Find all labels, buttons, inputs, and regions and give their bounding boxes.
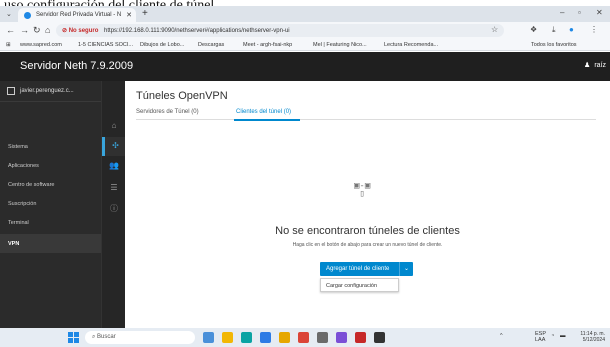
wifi-icon[interactable]: ◔ [551, 333, 554, 339]
dropdown-toggle-icon[interactable]: ⌄ [399, 262, 413, 276]
explorer-icon[interactable] [222, 332, 233, 343]
bookmark-6[interactable]: Lectura Recomenda... [384, 42, 438, 48]
bookmark-4[interactable]: Meet - argh-fsai-nkp [243, 42, 292, 48]
reload-icon[interactable]: ↻ [33, 25, 41, 36]
browser-tab-title: Servidor Red Privada Virtual - N [36, 12, 122, 18]
minimize-icon[interactable]: – [560, 8, 564, 17]
extensions-icon[interactable]: ❖ [530, 25, 537, 34]
empty-state-title: No se encontraron túneles de clientes [275, 225, 460, 237]
tab-search-icon[interactable]: ⌄ [6, 10, 12, 18]
sidebar-item-terminal[interactable]: Terminal [0, 213, 101, 232]
battery-icon[interactable]: ▬ [560, 333, 566, 339]
sidebar-item-suscripcion[interactable]: Suscripción [0, 194, 101, 213]
tab-favicon-icon [24, 12, 31, 19]
language-indicator[interactable]: ESP LAA [535, 331, 546, 343]
taskview-icon[interactable] [203, 332, 214, 343]
terminal-icon[interactable] [374, 332, 385, 343]
user-name: raíz [594, 62, 606, 69]
address-bar[interactable]: ⊘ No seguro https://192.168.0.111:9090/n… [56, 24, 504, 37]
taskbar-search-label: Buscar [97, 334, 116, 340]
bookmark-all[interactable]: Todos los favoritos [531, 42, 577, 48]
windows-start-icon[interactable] [68, 332, 79, 343]
bookmark-1[interactable]: 1-5 CIENCIAS SOCI... [78, 42, 133, 48]
tab-close-icon[interactable]: ✕ [126, 11, 132, 19]
menu-icon[interactable]: ⋮ [590, 25, 598, 34]
star-icon[interactable]: ☆ [491, 25, 498, 34]
browser-tabstrip: ⌄ Servidor Red Privada Virtual - N ✕ + –… [0, 6, 610, 22]
add-client-tunnel-label: Agregar túnel de cliente [326, 266, 390, 272]
chrome-icon[interactable] [298, 332, 309, 343]
users-app-icon[interactable]: 👥 [102, 157, 126, 176]
not-secure-badge[interactable]: ⊘ No seguro [62, 28, 98, 34]
tab-servidores-tunel[interactable]: Servidores de Túnel (0) [136, 109, 199, 115]
bookmark-5[interactable]: Mel | Featuring Nico... [313, 42, 367, 48]
content-tabs: Servidores de Túnel (0) Clientes del tún… [136, 107, 596, 121]
user-icon: ♟ [584, 62, 591, 69]
apps-icon[interactable]: ⊞ [6, 42, 11, 48]
app-title: Servidor Neth 7.9.2009 [20, 60, 134, 72]
home-icon[interactable]: ⌂ [45, 25, 50, 35]
language-layout: LAA [535, 337, 546, 343]
sidebar-item-sistema[interactable]: Sistema [0, 137, 101, 156]
url-text: https://192.168.0.111:9090/nethserver#/a… [104, 28, 290, 34]
taskbar-search-input[interactable]: ⌕ Buscar [85, 331, 195, 344]
download-icon[interactable]: ⤓ [552, 25, 556, 35]
tunnel-empty-icon: ▣-▣ ▯ [354, 181, 371, 199]
page-title: Túneles OpenVPN [136, 90, 228, 102]
media-icon[interactable] [355, 332, 366, 343]
folder-icon[interactable] [279, 332, 290, 343]
server-icon [7, 87, 15, 95]
main-content: Túneles OpenVPN Servidores de Túnel (0) … [125, 81, 610, 328]
maximize-icon[interactable]: ▫ [578, 8, 581, 17]
taskbar: ⌕ Buscar ^ ESP LAA ◔ ▬ 11:14 p. m. 5/12/20… [0, 328, 610, 347]
tab-clientes-tunel[interactable]: Clientes del túnel (0) [236, 109, 291, 115]
browser-tab[interactable]: Servidor Red Privada Virtual - N ✕ [18, 8, 136, 22]
taskbar-clock[interactable]: 11:14 p. m. 5/12/2024 [571, 331, 605, 343]
bookmark-3[interactable]: Descargas [198, 42, 224, 48]
app-header: Servidor Neth 7.9.2009 ♟ raíz [0, 52, 610, 81]
bookmark-0[interactable]: www.sapred.com [20, 42, 62, 48]
app-icon[interactable] [336, 332, 347, 343]
home-app-icon[interactable]: ⌂ [102, 117, 126, 136]
add-client-tunnel-button[interactable]: Agregar túnel de cliente ⌄ [320, 262, 413, 276]
empty-state-subtitle: Haga clic en el botón de abajo para crea… [292, 242, 443, 248]
active-tab-indicator [234, 119, 300, 121]
sidebar-item-vpn[interactable]: VPN [0, 234, 101, 253]
forward-icon[interactable]: → [20, 25, 29, 35]
back-icon[interactable]: ← [6, 25, 15, 35]
edge-icon[interactable] [241, 332, 252, 343]
browser-navbar: ← → ↻ ⌂ ⊘ No seguro https://192.168.0.11… [0, 22, 610, 39]
settings-icon[interactable] [317, 332, 328, 343]
dropdown-item-cargar-configuracion[interactable]: Cargar configuración [320, 278, 399, 292]
sidebar-item-centro-software[interactable]: Centro de software [0, 175, 101, 194]
info-app-icon[interactable]: ⓘ [102, 199, 126, 218]
app-icon-rail: ⌂ ✣ 👥 ☰ ⓘ [101, 81, 126, 328]
sidebar-host[interactable]: javier.perenguez.c... [0, 81, 101, 102]
bookmark-2[interactable]: Dibujos de Lobo... [140, 42, 184, 48]
network-app-icon[interactable]: ✣ [102, 137, 126, 156]
list-app-icon[interactable]: ☰ [102, 179, 126, 198]
sidebar-item-aplicaciones[interactable]: Aplicaciones [0, 156, 101, 175]
window-close-icon[interactable]: ✕ [596, 8, 603, 17]
sidebar-host-label: javier.perenguez.c... [20, 88, 74, 94]
not-secure-label: No seguro [68, 28, 99, 34]
sidebar: javier.perenguez.c... Sistema Aplicacion… [0, 81, 101, 328]
new-tab-button[interactable]: + [142, 8, 148, 19]
tray-up-icon[interactable]: ^ [500, 333, 503, 339]
profile-icon[interactable]: ● [569, 25, 574, 34]
screen: ⌄ Servidor Red Privada Virtual - N ✕ + –… [0, 6, 610, 347]
store-icon[interactable] [260, 332, 271, 343]
bookmarks-bar: ⊞ www.sapred.com 1-5 CIENCIAS SOCI... Di… [0, 39, 610, 51]
user-menu[interactable]: ♟ raíz [584, 61, 606, 69]
clock-date: 5/12/2024 [582, 337, 605, 343]
